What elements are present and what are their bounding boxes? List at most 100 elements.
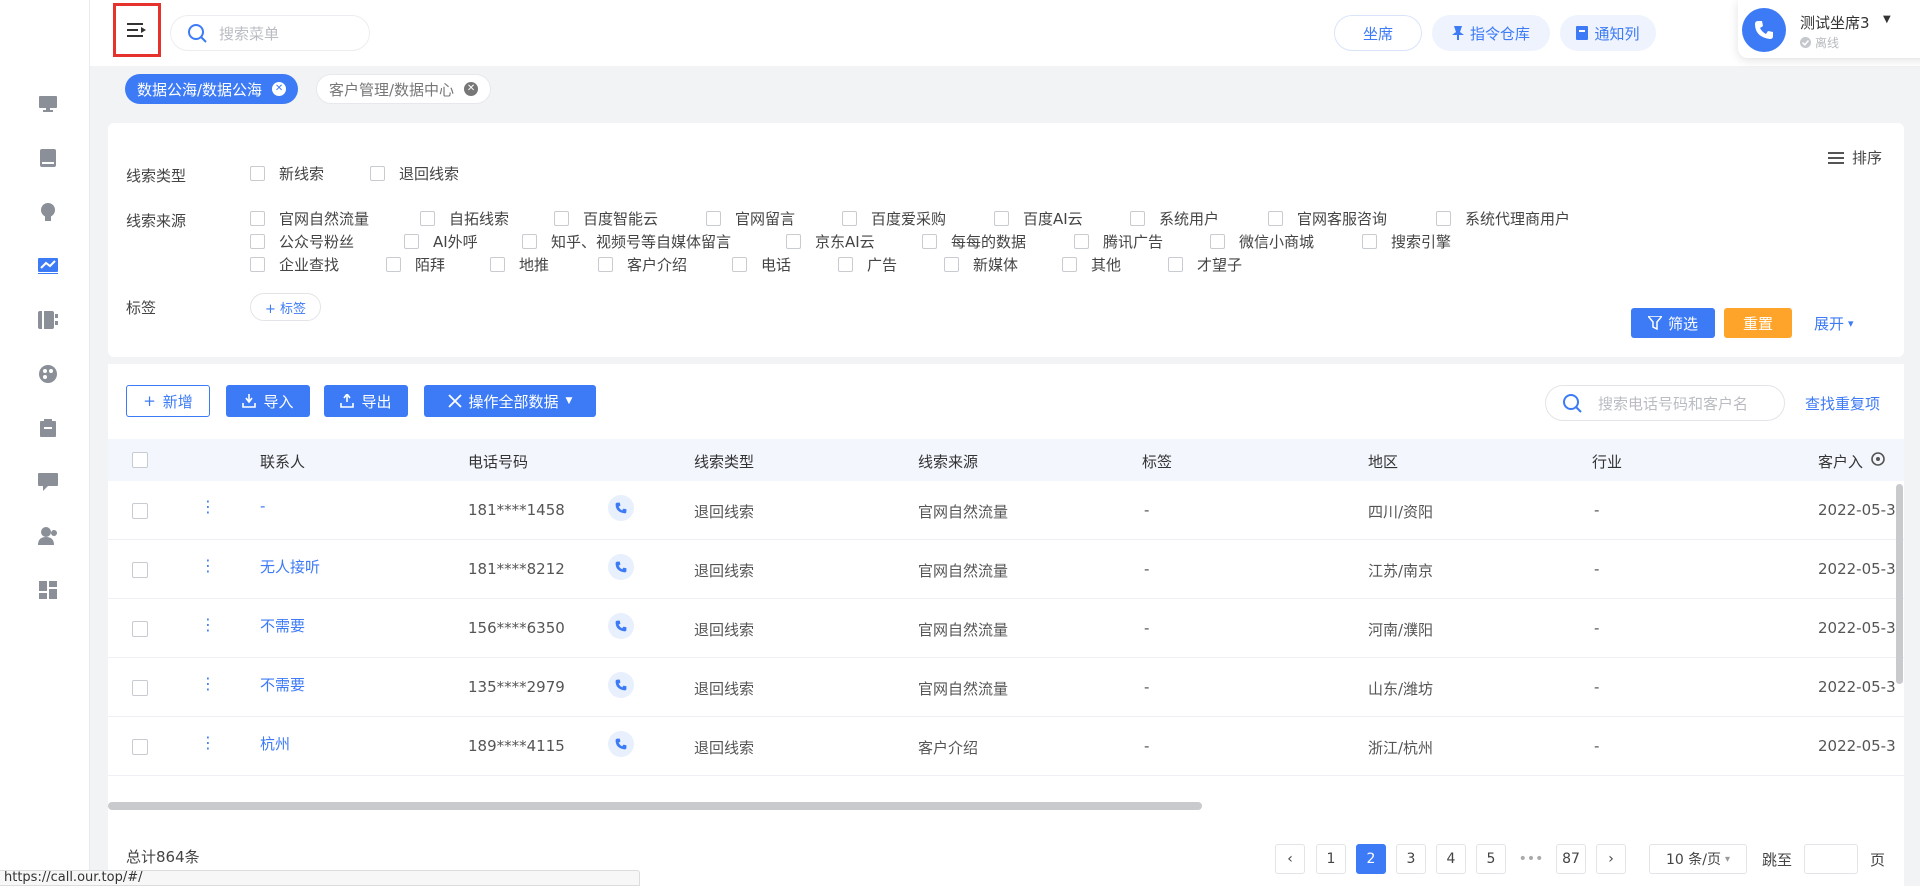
horizontal-scrollbar[interactable] [108, 802, 1202, 810]
table-row[interactable]: ⋮ 杭州 189****4115 退回线索 客户介绍 - 浙江/杭州 - 202… [108, 717, 1904, 776]
source-checkbox[interactable]: 百度智能云 [554, 208, 658, 229]
vertical-scrollbar[interactable] [1896, 484, 1903, 684]
call-icon[interactable] [608, 554, 634, 580]
expand-toggle[interactable]: 展开 ▾ [1814, 313, 1854, 334]
caret-down-icon[interactable]: ▼ [1883, 14, 1891, 25]
page-size-select[interactable]: 10 条/页 ▾ [1649, 844, 1747, 874]
add-button[interactable]: + 新增 [126, 385, 210, 417]
contact-link[interactable]: - [260, 497, 265, 515]
monitor-icon[interactable] [38, 94, 58, 114]
export-button[interactable]: 导出 [324, 385, 408, 417]
notification-list-button[interactable]: 通知列 [1560, 15, 1656, 51]
source-checkbox[interactable]: 陌拜 [386, 254, 445, 275]
contact-link[interactable]: 无人接听 [260, 556, 320, 577]
column-header[interactable]: 客户入 [1818, 451, 1864, 472]
source-checkbox[interactable]: 微信小商城 [1210, 231, 1314, 252]
call-icon[interactable] [608, 495, 634, 521]
agent-seat-button[interactable]: 坐席 [1334, 15, 1422, 51]
column-header[interactable]: 线索来源 [918, 451, 978, 472]
column-settings-icon[interactable] [1870, 451, 1886, 471]
menu-collapse-button[interactable] [113, 3, 161, 57]
palette-icon[interactable] [38, 364, 58, 384]
source-checkbox[interactable]: 官网留言 [706, 208, 795, 229]
call-icon[interactable] [608, 731, 634, 757]
command-repo-button[interactable]: 指令仓库 [1432, 15, 1550, 51]
source-checkbox[interactable]: 公众号粉丝 [250, 231, 354, 252]
source-checkbox[interactable]: 才望子 [1168, 254, 1242, 275]
table-row[interactable]: ⋮ 不需要 156****6350 退回线索 官网自然流量 - 河南/濮阳 - … [108, 599, 1904, 658]
page-button[interactable]: 87 [1556, 844, 1586, 874]
add-tag-button[interactable]: + 标签 [250, 293, 322, 321]
contact-link[interactable]: 不需要 [260, 615, 305, 636]
page-button[interactable]: 1 [1316, 844, 1346, 874]
source-checkbox[interactable]: 百度AI云 [994, 208, 1083, 229]
table-row[interactable]: ⋮ - 181****1458 退回线索 官网自然流量 - 四川/资阳 - 20… [108, 481, 1904, 540]
source-checkbox[interactable]: 广告 [838, 254, 897, 275]
call-icon[interactable] [608, 672, 634, 698]
table-row[interactable]: ⋮ 不需要 135****2979 退回线索 官网自然流量 - 山东/潍坊 - … [108, 658, 1904, 717]
chat-icon[interactable] [38, 472, 58, 492]
source-checkbox[interactable]: 百度爱采购 [842, 208, 946, 229]
filter-button[interactable]: 筛选 [1631, 308, 1715, 338]
tab-data-center[interactable]: 客户管理/数据中心 ✕ [316, 74, 492, 104]
source-checkbox[interactable]: 每每的数据 [922, 231, 1026, 252]
column-header[interactable]: 地区 [1368, 451, 1398, 472]
source-checkbox[interactable]: 系统代理商用户 [1436, 208, 1570, 229]
row-checkbox[interactable] [132, 680, 148, 696]
type-checkbox-new[interactable]: 新线索 [250, 163, 324, 184]
source-checkbox[interactable]: 新媒体 [944, 254, 1018, 275]
more-actions-icon[interactable]: ⋮ [200, 617, 216, 633]
source-checkbox[interactable]: 地推 [490, 254, 549, 275]
source-checkbox[interactable]: AI外呼 [404, 231, 478, 252]
phone-customer-search-input[interactable]: 搜索电话号码和客户名 [1545, 385, 1785, 421]
row-checkbox[interactable] [132, 739, 148, 755]
lightbulb-icon[interactable] [38, 202, 58, 222]
agent-status-card[interactable]: 测试坐席3 ▼ 离线 [1738, 0, 1920, 58]
source-checkbox[interactable]: 自拓线索 [420, 208, 509, 229]
menu-search-input[interactable]: 搜索菜单 [170, 15, 370, 51]
row-checkbox[interactable] [132, 562, 148, 578]
source-checkbox[interactable]: 知乎、视频号等自媒体留言 [522, 231, 731, 252]
page-button[interactable]: 4 [1436, 844, 1466, 874]
source-checkbox[interactable]: 电话 [732, 254, 791, 275]
import-button[interactable]: 导入 [226, 385, 310, 417]
select-all-checkbox[interactable] [132, 452, 148, 468]
users-icon[interactable] [38, 526, 58, 546]
page-ellipsis[interactable]: ••• [1516, 844, 1546, 874]
source-checkbox[interactable]: 其他 [1062, 254, 1121, 275]
column-header[interactable]: 标签 [1142, 451, 1172, 472]
close-icon[interactable]: ✕ [464, 82, 479, 96]
source-checkbox[interactable]: 官网自然流量 [250, 208, 369, 229]
operate-all-data-button[interactable]: 操作全部数据 ▼ [424, 385, 596, 417]
close-icon[interactable]: ✕ [272, 82, 287, 96]
source-checkbox[interactable]: 京东AI云 [786, 231, 875, 252]
book-icon[interactable] [38, 148, 58, 168]
prev-page-button[interactable]: ‹ [1275, 844, 1305, 874]
contacts-book-icon[interactable] [38, 310, 58, 330]
jump-page-input[interactable] [1804, 844, 1858, 874]
column-header[interactable]: 电话号码 [468, 451, 528, 472]
more-actions-icon[interactable]: ⋮ [200, 499, 216, 515]
source-checkbox[interactable]: 腾讯广告 [1074, 231, 1163, 252]
type-checkbox-returned[interactable]: 退回线索 [370, 163, 459, 184]
phone-icon[interactable] [1742, 8, 1786, 52]
source-checkbox[interactable]: 搜索引擎 [1362, 231, 1451, 252]
column-header[interactable]: 联系人 [260, 451, 305, 472]
source-checkbox[interactable]: 客户介绍 [598, 254, 687, 275]
page-button[interactable]: 3 [1396, 844, 1426, 874]
next-page-button[interactable]: › [1596, 844, 1626, 874]
contact-link[interactable]: 杭州 [260, 733, 290, 754]
page-button-current[interactable]: 2 [1356, 844, 1386, 874]
clipboard-icon[interactable] [38, 418, 58, 438]
more-actions-icon[interactable]: ⋮ [200, 676, 216, 692]
column-header[interactable]: 线索类型 [694, 451, 754, 472]
tab-data-public-pool[interactable]: 数据公海/数据公海 ✕ [125, 74, 299, 104]
row-checkbox[interactable] [132, 621, 148, 637]
more-actions-icon[interactable]: ⋮ [200, 558, 216, 574]
sort-button[interactable]: 排序 [1828, 147, 1882, 168]
source-checkbox[interactable]: 官网客服咨询 [1268, 208, 1387, 229]
row-checkbox[interactable] [132, 503, 148, 519]
find-duplicates-link[interactable]: 查找重复项 [1805, 393, 1880, 414]
page-button[interactable]: 5 [1476, 844, 1506, 874]
source-checkbox[interactable]: 企业查找 [250, 254, 339, 275]
